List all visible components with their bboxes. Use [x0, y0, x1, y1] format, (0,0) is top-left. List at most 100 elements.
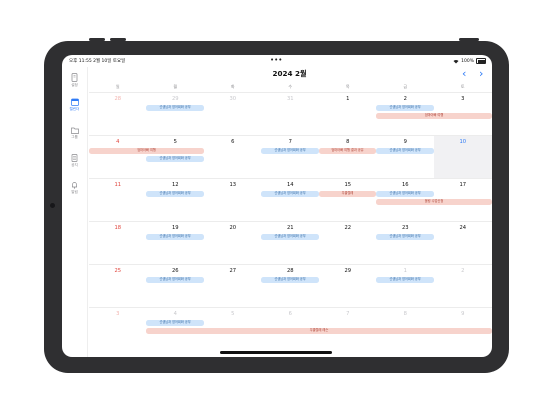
weekday-label: 토: [460, 84, 465, 89]
day-cell[interactable]: 15: [319, 182, 377, 188]
event-chip[interactable]: 엄마아빠 여행 결과 공유: [319, 148, 376, 154]
status-time: 오후 11:55 2월 10일 토요일: [69, 59, 126, 64]
notice-icon: [71, 154, 78, 162]
week-divider: [89, 92, 492, 93]
screen: 오후 11:55 2월 10일 토요일 ••• 100% 설정 캘린더 그룹 공…: [62, 55, 492, 357]
day-cell[interactable]: 29: [147, 96, 205, 102]
weekday-label: 목: [345, 84, 350, 89]
bell-icon: [72, 182, 77, 189]
folder-icon: [70, 127, 79, 134]
camera: [50, 203, 55, 208]
day-cell[interactable]: 2: [377, 96, 435, 102]
phone-icon: [71, 73, 78, 82]
day-cell[interactable]: 25: [89, 268, 147, 274]
event-chip[interactable]: 선생님과 영어회화 공부: [261, 277, 319, 283]
day-cell[interactable]: 28: [262, 268, 320, 274]
day-cell[interactable]: 4: [89, 139, 147, 145]
day-cell[interactable]: 13: [204, 182, 262, 188]
day-cell[interactable]: 6: [262, 311, 320, 317]
multitask-dots[interactable]: •••: [270, 56, 282, 64]
event-chip[interactable]: 선생님과 영어회화 공부: [146, 320, 204, 326]
event-chip[interactable]: 우쿨렐레: [319, 191, 376, 197]
calendar-grid: 28 29 30 31 1 2 3 4 5 6 7 8 9 10 11 12 1…: [89, 92, 492, 357]
event-chip[interactable]: 엄마아빠 여행: [376, 113, 492, 119]
event-chip[interactable]: 선생님과 영어회화 공부: [376, 148, 434, 154]
day-cell[interactable]: 29: [319, 268, 377, 274]
event-chip[interactable]: 선생님과 영어회화 공부: [146, 105, 204, 111]
day-cell[interactable]: 1: [319, 96, 377, 102]
week-divider: [89, 178, 492, 179]
day-cell-today[interactable]: 10: [434, 139, 492, 145]
day-cell[interactable]: 30: [204, 96, 262, 102]
event-chip[interactable]: 선생님과 영어회화 공부: [261, 234, 319, 240]
weekday-header: 일 월 화 수 목 금 토: [89, 84, 492, 92]
day-cell[interactable]: 18: [89, 225, 147, 231]
week-divider: [89, 135, 492, 136]
event-chip[interactable]: 선생님과 영어회화 공부: [146, 191, 204, 197]
week-divider: [89, 307, 492, 308]
day-cell[interactable]: 3: [89, 311, 147, 317]
day-cell[interactable]: 20: [204, 225, 262, 231]
event-chip[interactable]: 엄마아빠 여행: [89, 148, 204, 154]
day-cell[interactable]: 22: [319, 225, 377, 231]
day-cell[interactable]: 23: [377, 225, 435, 231]
weekday-label: 일: [115, 84, 120, 89]
sidebar-item-calendar[interactable]: 캘린더: [62, 98, 87, 116]
sidebar-item-settings[interactable]: 설정: [62, 73, 87, 91]
day-cell[interactable]: 14: [262, 182, 320, 188]
day-cell[interactable]: 8: [377, 311, 435, 317]
day-cell[interactable]: 31: [262, 96, 320, 102]
weekday-label: 화: [230, 84, 235, 89]
day-cell[interactable]: 2: [434, 268, 492, 274]
day-cell[interactable]: 6: [204, 139, 262, 145]
power-button: [459, 38, 479, 41]
day-cell[interactable]: 5: [147, 139, 205, 145]
sidebar-item-group[interactable]: 그룹: [62, 127, 87, 145]
sidebar-item-alarm[interactable]: 알림: [62, 181, 87, 199]
event-chip[interactable]: 선생님과 영어회화 공부: [261, 191, 319, 197]
page-title: 2024 2월: [272, 69, 307, 78]
prev-month-button[interactable]: ‹: [462, 67, 466, 80]
event-chip[interactable]: 우쿨렐레 레슨: [146, 328, 492, 334]
sidebar-label: 그룹: [71, 135, 78, 139]
day-cell[interactable]: 16: [377, 182, 435, 188]
sidebar-label: 설정: [71, 83, 78, 87]
event-chip[interactable]: 선생님과 영어회화 공부: [146, 277, 204, 283]
day-cell[interactable]: 7: [319, 311, 377, 317]
day-cell[interactable]: 26: [147, 268, 205, 274]
day-cell[interactable]: 27: [204, 268, 262, 274]
home-indicator[interactable]: [220, 351, 332, 354]
day-cell[interactable]: 12: [147, 182, 205, 188]
week-divider: [89, 264, 492, 265]
day-cell[interactable]: 21: [262, 225, 320, 231]
top-button: [89, 38, 105, 41]
day-cell[interactable]: 17: [434, 182, 492, 188]
week-divider: [89, 221, 492, 222]
day-cell[interactable]: 9: [377, 139, 435, 145]
weekday-label: 수: [288, 84, 293, 89]
day-cell[interactable]: 19: [147, 225, 205, 231]
event-chip[interactable]: 선생님과 영어회화 공부: [376, 191, 434, 197]
day-cell[interactable]: 3: [434, 96, 492, 102]
day-cell[interactable]: 7: [262, 139, 320, 145]
day-cell[interactable]: 1: [377, 268, 435, 274]
day-cell[interactable]: 4: [147, 311, 205, 317]
event-chip[interactable]: 선생님과 영어회화 공부: [146, 234, 204, 240]
event-chip[interactable]: 선생님과 영어회화 공부: [376, 234, 434, 240]
weekday-label: 금: [403, 84, 408, 89]
event-chip[interactable]: 선생님과 영어회화 공부: [261, 148, 319, 154]
day-cell[interactable]: 11: [89, 182, 147, 188]
day-cell[interactable]: 24: [434, 225, 492, 231]
battery-icon: [476, 58, 486, 64]
sidebar-item-notice[interactable]: 공지: [62, 154, 87, 172]
day-cell[interactable]: 5: [204, 311, 262, 317]
sidebar: 설정 캘린더 그룹 공지 알림: [62, 67, 88, 357]
event-chip[interactable]: 선생님과 영어회화 공부: [376, 277, 434, 283]
day-cell[interactable]: 28: [89, 96, 147, 102]
event-chip[interactable]: 볼링 수업신청: [376, 199, 492, 205]
day-cell[interactable]: 9: [434, 311, 492, 317]
event-chip[interactable]: 선생님과 영어회화 공부: [146, 156, 204, 162]
next-month-button[interactable]: ›: [479, 67, 483, 80]
event-chip[interactable]: 선생님과 영어회화 공부: [376, 105, 434, 111]
day-cell[interactable]: 8: [319, 139, 377, 145]
